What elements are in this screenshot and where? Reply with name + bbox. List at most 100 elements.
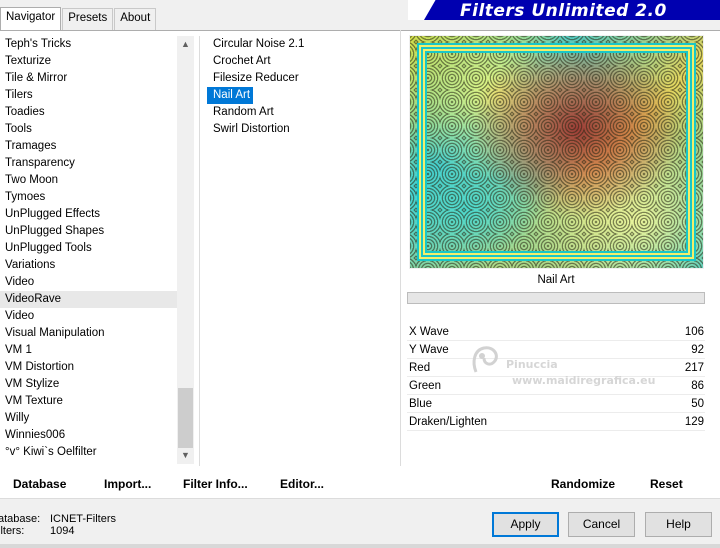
param-value: 217	[684, 362, 704, 374]
randomize-label: Randomize	[551, 477, 616, 491]
param-label: Green	[409, 380, 441, 392]
scroll-thumb[interactable]	[178, 388, 193, 448]
category-item[interactable]: Winnies006	[0, 427, 177, 444]
database-status-label: atabase:	[0, 513, 41, 525]
category-item[interactable]: VM Distortion	[0, 359, 177, 376]
category-item[interactable]: Toadies	[0, 104, 177, 121]
category-list[interactable]: Teph's Tricks Texturize Tile & Mirror Tiler…	[0, 36, 177, 464]
import-button[interactable]: Import...	[104, 477, 151, 491]
filter-item[interactable]: Swirl Distortion	[207, 121, 293, 138]
param-track	[407, 412, 705, 413]
category-item[interactable]: Tramages	[0, 138, 177, 155]
tab-presets[interactable]: Presets	[62, 8, 114, 30]
filters-count-label: ilters:	[0, 525, 25, 537]
category-item[interactable]: Transparency	[0, 155, 177, 172]
category-item[interactable]: Video	[0, 308, 177, 325]
category-item[interactable]: UnPlugged Effects	[0, 206, 177, 223]
param-slider[interactable]: X Wave 106	[407, 324, 705, 341]
category-item[interactable]: VM 1	[0, 342, 177, 359]
category-item[interactable]: Video	[0, 274, 177, 291]
preview-image	[410, 36, 703, 268]
category-item[interactable]: VM Stylize	[0, 376, 177, 393]
filter-item[interactable]: Filesize Reducer	[207, 70, 302, 87]
import-label: Import...	[104, 477, 152, 491]
category-item[interactable]: Tilers	[0, 87, 177, 104]
param-track	[407, 394, 705, 395]
filter-row: Swirl Distortion	[207, 121, 397, 138]
cancel-button[interactable]: Cancel	[568, 512, 635, 537]
database-status-value: ICNET-Filters	[50, 513, 116, 525]
bottom-strip	[0, 544, 720, 548]
filter-row: Random Art	[207, 104, 397, 121]
category-item[interactable]: Teph's Tricks	[0, 36, 177, 53]
category-item[interactable]: UnPlugged Shapes	[0, 223, 177, 240]
editor-label: Editor...	[280, 477, 325, 491]
database-label: Database	[13, 477, 67, 491]
editor-button[interactable]: Editor...	[280, 477, 324, 491]
param-value: 129	[684, 416, 704, 428]
preview-border	[410, 36, 703, 268]
param-value: 106	[684, 326, 704, 338]
param-slider[interactable]: Red 217	[407, 360, 705, 377]
category-item[interactable]: UnPlugged Tools	[0, 240, 177, 257]
param-track	[407, 376, 705, 377]
app-title: Filters Unlimited 2.0	[460, 1, 667, 20]
category-item[interactable]: VideoRave	[0, 291, 177, 308]
category-scrollbar[interactable]: ▲ ▼	[177, 36, 194, 464]
preview-filter-name: Nail Art	[537, 274, 575, 286]
param-label: Y Wave	[409, 344, 449, 356]
category-item[interactable]: Two Moon	[0, 172, 177, 189]
category-item[interactable]: Texturize	[0, 53, 177, 70]
param-track	[407, 340, 705, 341]
param-slider[interactable]: Green 86	[407, 378, 705, 395]
tab-bar: Navigator Presets About	[0, 7, 157, 30]
category-item[interactable]: Willy	[0, 410, 177, 427]
filter-row: Crochet Art	[207, 53, 397, 70]
scroll-up-icon[interactable]: ▲	[177, 36, 194, 53]
apply-button[interactable]: Apply	[492, 512, 559, 537]
param-value: 92	[691, 344, 704, 356]
param-label: X Wave	[409, 326, 449, 338]
filter-info-button[interactable]: Filter Info...	[183, 477, 248, 491]
filter-item[interactable]: Nail Art	[207, 87, 254, 104]
filter-item[interactable]: Random Art	[207, 104, 277, 121]
scroll-down-icon[interactable]: ▼	[177, 447, 194, 464]
app-title-banner: Filters Unlimited 2.0	[408, 0, 720, 20]
filter-info-label: Filter Info...	[183, 477, 248, 491]
database-button[interactable]: Database	[13, 477, 66, 491]
reset-button[interactable]: Reset	[650, 477, 683, 491]
reset-label: Reset	[650, 477, 683, 491]
param-value: 86	[691, 380, 704, 392]
tab-about[interactable]: About	[114, 8, 157, 30]
category-item[interactable]: Visual Manipulation	[0, 325, 177, 342]
param-track	[407, 358, 705, 359]
category-item[interactable]: Tile & Mirror	[0, 70, 177, 87]
category-item[interactable]: °v° Kiwi`s Oelfilter	[0, 444, 177, 461]
param-label: Draken/Lighten	[409, 416, 487, 428]
filter-item[interactable]: Crochet Art	[207, 53, 274, 70]
category-item[interactable]: Variations	[0, 257, 177, 274]
category-item[interactable]: Tools	[0, 121, 177, 138]
filter-item[interactable]: Circular Noise 2.1	[207, 36, 307, 53]
category-item[interactable]: VM Texture	[0, 393, 177, 410]
help-button[interactable]: Help	[645, 512, 712, 537]
preview-divider	[400, 30, 401, 466]
param-label: Red	[409, 362, 431, 374]
param-slider[interactable]: Y Wave 92	[407, 342, 705, 359]
preview-frame	[409, 35, 704, 269]
category-item[interactable]: Tymoes	[0, 189, 177, 206]
param-label: Blue	[409, 398, 433, 410]
randomize-button[interactable]: Randomize	[551, 477, 615, 491]
filters-count-value: 1094	[50, 525, 75, 537]
filter-row: Filesize Reducer	[207, 70, 397, 87]
tab-navigator[interactable]: Navigator	[0, 7, 62, 30]
filter-row: Nail Art	[207, 87, 397, 104]
progress-bar	[407, 292, 705, 304]
param-slider[interactable]: Draken/Lighten 129	[407, 414, 705, 431]
param-track	[407, 430, 705, 431]
filter-row: Circular Noise 2.1	[207, 36, 397, 53]
filter-list[interactable]: Circular Noise 2.1 Crochet Art Filesize Re…	[207, 36, 397, 138]
param-value: 50	[691, 398, 704, 410]
list-divider	[199, 36, 200, 466]
param-slider[interactable]: Blue 50	[407, 396, 705, 413]
